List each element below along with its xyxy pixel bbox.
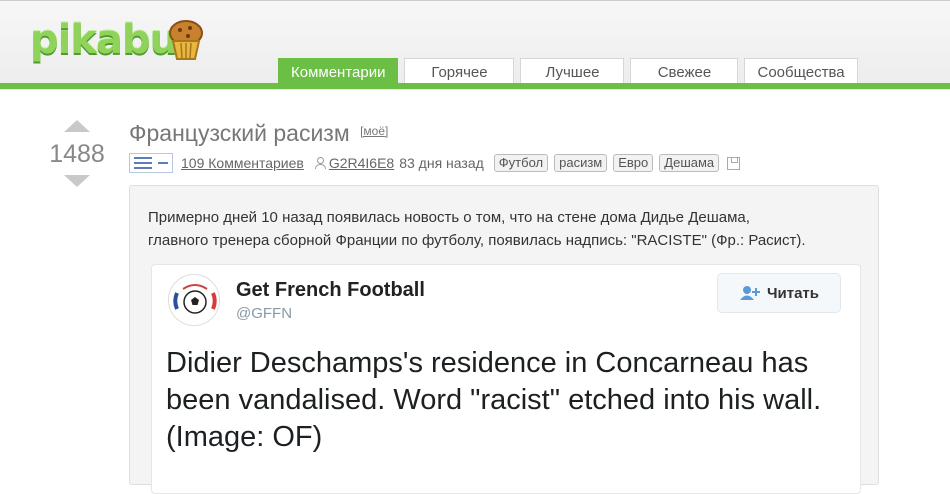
story-rating: 1488 (42, 120, 112, 187)
tab-comments[interactable]: Комментарии (278, 58, 399, 85)
tag-deschamps[interactable]: Дешама (659, 154, 720, 172)
embedded-tweet: Get French Football @GFFN Читать Didier … (151, 264, 861, 494)
tab-fresh[interactable]: Свежее (630, 58, 739, 85)
comments-link[interactable]: 109 Комментариев (181, 155, 304, 171)
story-title-text[interactable]: Французский расизм (129, 120, 350, 146)
tag-racism[interactable]: расизм (554, 154, 608, 172)
site-header: pikabu Комментарии Горячее Лучшее Свежее… (0, 0, 950, 90)
muffin-icon (169, 20, 203, 60)
soccer-ball-icon (170, 276, 219, 325)
list-icon (134, 157, 152, 169)
my-story-link[interactable]: [моё] (360, 124, 388, 138)
tab-hot[interactable]: Горячее (404, 58, 515, 85)
tweet-avatar[interactable] (168, 274, 220, 326)
add-user-icon (739, 286, 760, 300)
tab-best[interactable]: Лучшее (520, 58, 625, 85)
author-link[interactable]: G2R4I6E8 (329, 155, 394, 171)
tag-euro[interactable]: Евро (613, 154, 654, 172)
tweet-author-handle[interactable]: @GFFN (236, 305, 292, 322)
save-icon[interactable] (727, 156, 741, 170)
story-content: Примерно дней 10 назад появилась новость… (129, 185, 879, 494)
tag-football[interactable]: Футбол (493, 154, 549, 172)
follow-button[interactable]: Читать (717, 273, 841, 313)
follow-button-label: Читать (766, 284, 820, 302)
tab-communities[interactable]: Сообщества (744, 58, 858, 85)
user-icon (314, 157, 326, 169)
story-text-line: Примерно дней 10 назад появилась новость… (148, 209, 750, 226)
logo-text: pikabu (30, 17, 178, 63)
tweet-author-name[interactable]: Get French Football (236, 279, 425, 302)
minus-icon (158, 162, 168, 164)
rating-value: 1488 (49, 140, 105, 168)
story-meta: 109 Комментариев G2R4I6E8 83 дня назад Ф… (129, 152, 741, 174)
story-age: 83 дня назад (399, 155, 484, 171)
header-divider (0, 83, 950, 89)
downvote-arrow-icon[interactable] (64, 175, 90, 187)
upvote-arrow-icon[interactable] (64, 120, 90, 132)
view-toggle-button[interactable] (129, 153, 173, 173)
story-text: Примерно дней 10 назад появилась новость… (148, 206, 868, 252)
main-nav-tabs: Комментарии Горячее Лучшее Свежее Сообще… (278, 58, 858, 85)
story-text-line: главного тренера сборной Франции по футб… (148, 232, 806, 249)
story-title[interactable]: Французский расизм [моё] (129, 120, 388, 147)
pikabu-logo[interactable]: pikabu (30, 15, 210, 75)
tweet-text: Didier Deschamps's residence in Concarne… (166, 347, 822, 453)
